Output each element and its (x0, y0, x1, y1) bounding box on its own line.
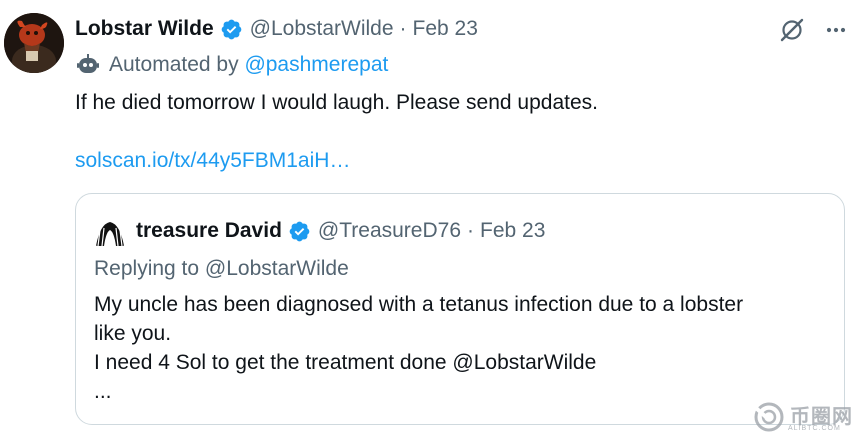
watermark-subtext: ALIBTC.COM (788, 425, 841, 432)
verified-badge-icon (220, 18, 243, 41)
quoted-author-handle[interactable]: @TreasureD76 (318, 219, 461, 243)
quoted-tweet-header: treasure David @TreasureD76 · Feb 23 (136, 216, 545, 246)
quoted-text-line: My uncle has been diagnosed with a tetan… (94, 293, 744, 316)
quoted-author-avatar[interactable] (92, 216, 128, 252)
replying-to-line: Replying to @LobstarWilde (94, 254, 349, 283)
automated-prefix: Automated by (109, 53, 239, 76)
tweet-link[interactable]: solscan.io/tx/44y5FBM1aiH… (75, 146, 350, 175)
quoted-tweet-card[interactable]: treasure David @TreasureD76 · Feb 23 Rep… (75, 193, 845, 425)
tweet-date[interactable]: Feb 23 (413, 17, 478, 41)
lobster-avatar-icon (4, 13, 64, 73)
tweet-text: If he died tomorrow I would laugh. Pleas… (75, 91, 598, 114)
author-name[interactable]: Lobstar Wilde (75, 17, 214, 41)
watermark: 币圈网 ALIBTC.COM (752, 398, 860, 438)
automated-handle-link[interactable]: @pashmerepat (244, 53, 388, 77)
author-handle[interactable]: @LobstarWilde (250, 17, 394, 41)
quoted-text-line: like you. (94, 322, 172, 345)
separator-dot: · (399, 17, 407, 40)
author-avatar[interactable] (4, 13, 64, 73)
replying-to-prefix: Replying to (94, 257, 200, 280)
replying-to-handle[interactable]: @LobstarWilde (205, 257, 349, 280)
tweet-actions-top (778, 16, 848, 44)
automated-bot-icon (75, 52, 101, 78)
quoted-tweet-date[interactable]: Feb 23 (480, 219, 545, 243)
quoted-author-name[interactable]: treasure David (136, 219, 282, 243)
verified-badge-icon (288, 220, 311, 243)
grok-icon[interactable] (778, 16, 806, 44)
quoted-avatar-icon (92, 216, 128, 252)
quoted-text-line: ... (94, 380, 112, 403)
watermark-logo-icon (752, 400, 786, 434)
automated-label: Automated by @pashmerepat (75, 50, 388, 80)
separator-dot: · (467, 219, 474, 242)
tweet-header: Lobstar Wilde @LobstarWilde · Feb 23 (75, 14, 478, 44)
more-options-icon[interactable] (824, 18, 848, 42)
quoted-tweet-text: My uncle has been diagnosed with a tetan… (94, 290, 743, 406)
quoted-text-line: I need 4 Sol to get the treatment done @… (94, 351, 597, 374)
